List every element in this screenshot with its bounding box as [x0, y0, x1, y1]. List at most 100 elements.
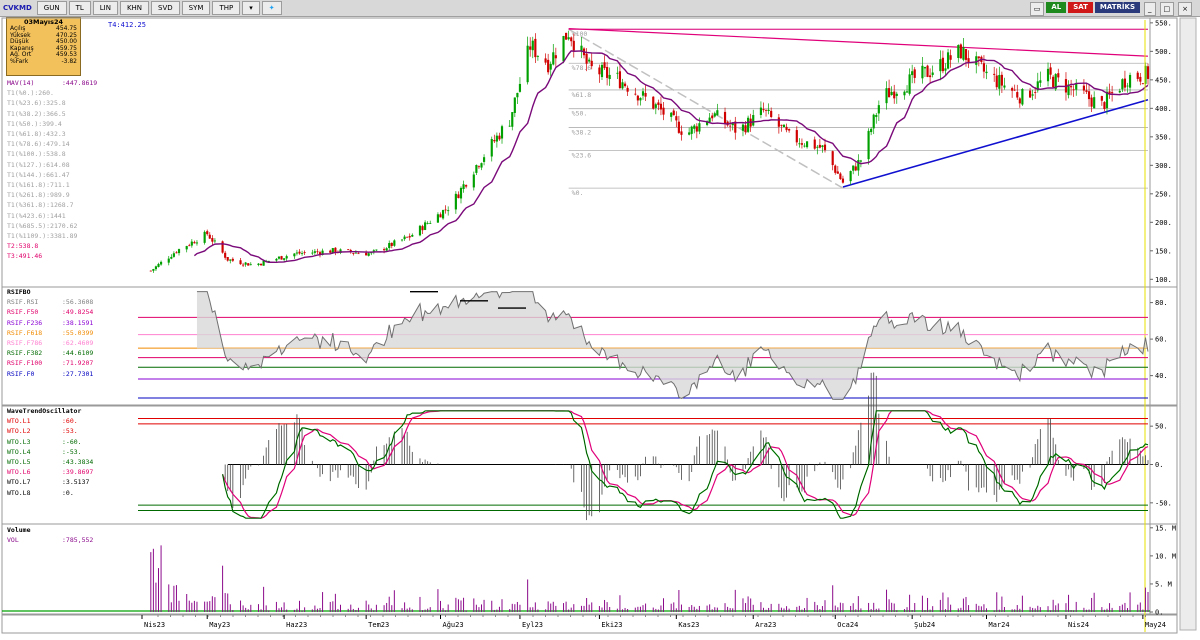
- legend-name: T1(%61.8):432.3: [7, 130, 66, 138]
- candle-body: [1136, 72, 1139, 79]
- candle-body: [985, 71, 988, 74]
- legend-row: WTO.L5:43.3834: [7, 459, 93, 466]
- dropdown-arrow-icon[interactable]: ▾: [242, 1, 260, 15]
- legend-row: WTO.L2:53.: [7, 428, 78, 435]
- candle-body: [626, 87, 629, 92]
- candle-body: [465, 185, 468, 187]
- candle-body: [731, 123, 734, 126]
- legend-name: WaveTrendOscillator: [7, 407, 82, 415]
- volume-tick-label: 10. M: [1155, 552, 1176, 560]
- candle-body: [298, 251, 301, 254]
- candle-body: [672, 110, 675, 116]
- minimize-icon[interactable]: _: [1144, 2, 1156, 16]
- candle-body: [1064, 79, 1068, 93]
- candle-body: [1016, 92, 1019, 98]
- legend-value: :56.3608: [62, 298, 94, 307]
- legend-name: RSIF.F382: [7, 349, 43, 358]
- legend-value: :43.3834: [62, 458, 94, 466]
- legend-name: T1(%161.8):711.1: [7, 181, 70, 189]
- legend-name: T1(%38.2):366.5: [7, 109, 66, 118]
- trendline-support: [842, 99, 1149, 188]
- volume-tick-label: 5. M: [1155, 580, 1172, 588]
- legend-name: T1(%100.):538.8: [7, 150, 66, 159]
- symbol-label[interactable]: CVKMD: [0, 4, 35, 12]
- legend-name: Volume: [7, 526, 31, 534]
- candle-body: [1003, 85, 1006, 88]
- candle-body: [890, 91, 893, 96]
- candle-body: [259, 263, 263, 266]
- candle-body: [403, 236, 406, 240]
- candle-body: [623, 83, 627, 87]
- candle-body: [747, 117, 750, 132]
- candle-body: [967, 58, 970, 63]
- info-row-change: %Fark -3.82: [10, 57, 77, 65]
- candle-body: [170, 256, 173, 259]
- toolbar-button-svd[interactable]: SVD: [151, 1, 180, 15]
- wto-tick-label: 0.: [1155, 461, 1163, 469]
- candle-body: [1139, 76, 1142, 82]
- toolbar-button-lin[interactable]: LIN: [92, 1, 118, 15]
- toolbar-button-khn[interactable]: KHN: [119, 1, 150, 15]
- legend-row: RSIFBO: [7, 289, 62, 296]
- candle-body: [590, 60, 593, 67]
- candle-body: [275, 258, 278, 261]
- candle-body: [526, 45, 529, 83]
- candle-body: [354, 252, 357, 254]
- chart-canvas[interactable]: 550. 500. 450. 400. 350. 300. 250. 200. 150. 100.…: [0, 0, 1200, 640]
- candle-body: [921, 65, 924, 79]
- price-tick-label: 300.: [1155, 162, 1172, 170]
- candle-body: [1011, 88, 1014, 91]
- toolbar-button-sym[interactable]: SYM: [181, 1, 211, 15]
- toolbar-button-thp[interactable]: THP: [212, 1, 241, 15]
- x-tick-label: May24: [1145, 621, 1166, 629]
- candle-body: [1000, 74, 1003, 86]
- x-tick-label: Tem23: [368, 621, 389, 629]
- x-tick-label: Kas23: [678, 621, 699, 629]
- maximize-icon[interactable]: □: [1159, 2, 1175, 16]
- candle-body: [677, 121, 680, 133]
- legend-name: T1(%23.6):325.8: [7, 99, 66, 108]
- candle-body: [188, 245, 191, 247]
- toolbar-button-gun[interactable]: GUN: [36, 1, 67, 15]
- fib-level-label: %100: [572, 30, 588, 38]
- legend-name: WTO.L1: [7, 417, 31, 426]
- legend-name: RSIF.F236: [7, 318, 43, 327]
- candle-body: [511, 112, 514, 127]
- legend-row: T3:491.46: [7, 253, 62, 260]
- candle-body: [752, 115, 755, 126]
- candle-body: [536, 56, 539, 57]
- candle-body: [383, 249, 386, 251]
- candle-body: [654, 104, 657, 108]
- candle-body: [552, 52, 555, 65]
- candle-body: [390, 242, 393, 246]
- legend-row: RSIF.F382:44.6109: [7, 350, 93, 357]
- candle-body: [1111, 92, 1114, 94]
- ohlc-info-box: 03Mayıs24 Açılış 454.75 Yüksek 470.25 Düşü…: [6, 17, 81, 76]
- twitter-icon[interactable]: ✦: [261, 1, 282, 15]
- candle-body: [931, 72, 934, 75]
- candle-body: [257, 263, 260, 265]
- candle-body: [441, 210, 445, 219]
- price-tick-label: 200.: [1155, 219, 1172, 227]
- candle-body: [175, 252, 178, 254]
- candle-body: [336, 252, 340, 253]
- legend-row: Volume: [7, 527, 62, 534]
- buy-button[interactable]: AL: [1046, 2, 1067, 13]
- window-restore-icon[interactable]: ▭: [1029, 2, 1045, 16]
- candle-body: [834, 165, 837, 173]
- candle-body: [331, 248, 334, 253]
- x-tick-label: Eki23: [601, 621, 622, 629]
- candle-body: [159, 261, 163, 265]
- sell-button[interactable]: SAT: [1068, 2, 1093, 13]
- candle-body: [831, 151, 834, 166]
- toolbar-button-tl[interactable]: TL: [68, 1, 91, 15]
- candle-body: [1067, 84, 1070, 96]
- legend-value: :62.4609: [62, 339, 94, 347]
- candle-body: [429, 222, 432, 224]
- fib-level-label: %78.6: [572, 64, 592, 72]
- legend-value: :0.: [62, 488, 74, 497]
- candle-body: [777, 117, 780, 127]
- close-icon[interactable]: ×: [1178, 2, 1192, 16]
- candle-body: [167, 258, 170, 263]
- candle-body: [975, 56, 978, 65]
